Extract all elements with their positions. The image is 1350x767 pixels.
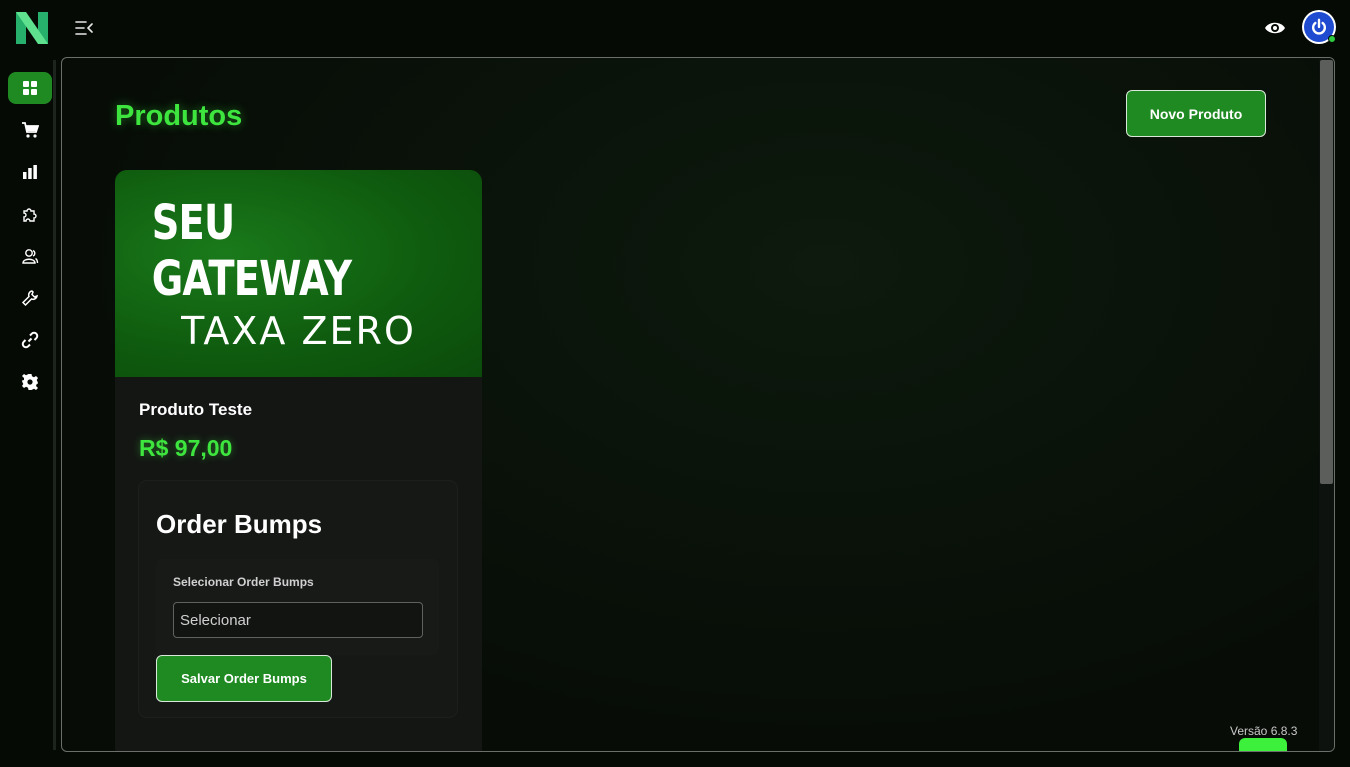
order-bumps-form-group: Selecionar Order Bumps Selecionar: [156, 559, 439, 655]
order-bumps-section: Order Bumps Selecionar Order Bumps Selec…: [139, 481, 457, 717]
product-banner-image: SEU GATEWAY TAXA ZERO: [115, 170, 482, 377]
new-product-button[interactable]: Novo Produto: [1126, 90, 1266, 137]
sidebar-item-tools[interactable]: [8, 282, 52, 314]
banner-headline: SEU GATEWAY: [151, 194, 352, 307]
top-bar: [0, 0, 1350, 56]
bar-chart-icon: [23, 165, 37, 179]
scrollbar-thumb[interactable]: [1320, 60, 1333, 484]
sidebar-item-reports[interactable]: [8, 156, 52, 188]
product-card[interactable]: SEU GATEWAY TAXA ZERO Produto Teste R$ 9…: [115, 170, 482, 751]
sidebar-item-settings[interactable]: [8, 366, 52, 398]
support-tab-button[interactable]: [1239, 738, 1287, 751]
order-bumps-title: Order Bumps: [156, 509, 323, 539]
sidebar-item-users[interactable]: [8, 240, 52, 272]
main-panel: Produtos Novo Produto SEU GATEWAY TAXA Z…: [61, 57, 1335, 752]
page-title: Produtos: [115, 100, 243, 132]
banner-subheadline: TAXA ZERO: [181, 308, 416, 353]
version-label: Versão 6.8.3: [1230, 724, 1298, 738]
product-name: Produto Teste: [139, 400, 253, 419]
link-icon: [21, 331, 39, 349]
order-bumps-select[interactable]: Selecionar: [173, 602, 423, 638]
avatar[interactable]: [1302, 10, 1336, 44]
cart-icon: [22, 122, 39, 138]
sidebar-item-cart[interactable]: [8, 114, 52, 146]
save-order-bumps-button[interactable]: Salvar Order Bumps: [156, 655, 332, 702]
sidebar-item-dashboard[interactable]: [8, 72, 52, 104]
users-icon: [22, 249, 39, 264]
dashboard-grid-icon: [23, 81, 37, 95]
wrench-icon: [21, 290, 38, 307]
sidebar-divider: [53, 60, 56, 750]
brand-logo-icon[interactable]: [14, 10, 50, 46]
order-bumps-select-label: Selecionar Order Bumps: [173, 575, 314, 589]
scrollbar[interactable]: [1319, 58, 1334, 751]
product-price: R$ 97,00: [139, 435, 233, 461]
gear-icon: [22, 374, 38, 390]
sidebar-item-links[interactable]: [8, 324, 52, 356]
sidebar-item-integrations[interactable]: [8, 198, 52, 230]
collapse-menu-icon[interactable]: [74, 18, 94, 38]
puzzle-icon: [23, 208, 37, 222]
eye-icon[interactable]: [1264, 18, 1286, 38]
online-status-dot: [1328, 35, 1336, 43]
